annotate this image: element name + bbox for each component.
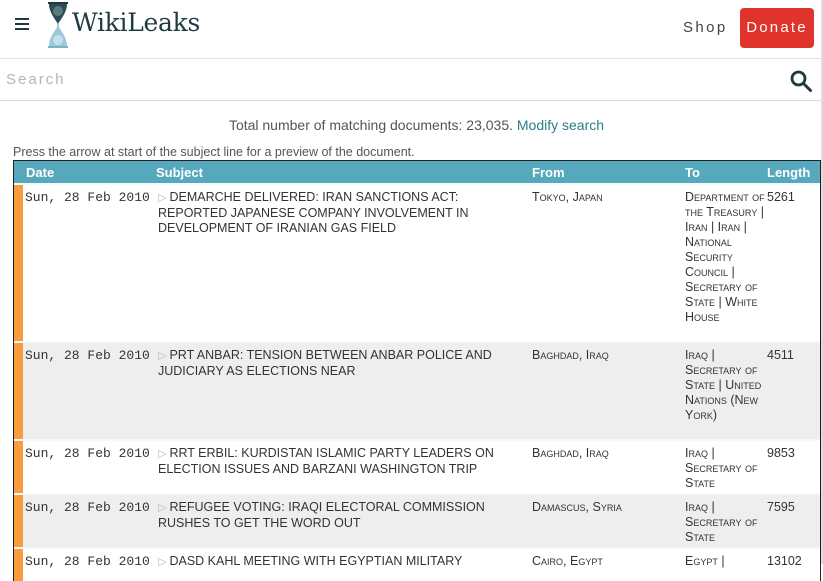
preview-arrow-icon[interactable]: ▷ — [158, 502, 166, 514]
row-accent-bar — [14, 184, 23, 342]
row-length: 4511 — [767, 342, 820, 440]
row-length: 5261 — [767, 184, 820, 342]
table-row: Sun, 28 Feb 2010 ▷ RRT ERBIL: KURDISTAN I… — [14, 440, 820, 494]
row-date: Sun, 28 Feb 2010 — [23, 548, 156, 581]
row-subject-link[interactable]: DASD KAHL MEETING WITH EGYPTIAN MILITARY — [169, 554, 462, 568]
row-date: Sun, 28 Feb 2010 — [23, 440, 156, 494]
row-from: Damascus, Syria — [532, 494, 685, 548]
row-from: Cairo, Egypt — [532, 548, 685, 581]
results-summary: Total number of matching documents: 23,0… — [0, 117, 823, 133]
row-date: Sun, 28 Feb 2010 — [23, 184, 156, 342]
row-accent-bar — [14, 342, 23, 440]
column-header-subject[interactable]: Subject — [156, 161, 532, 184]
search-bar — [0, 59, 821, 101]
row-from: Baghdad, Iraq — [532, 440, 685, 494]
hamburger-menu-icon[interactable] — [15, 18, 29, 30]
modify-search-link[interactable]: Modify search — [517, 117, 604, 133]
preview-arrow-icon[interactable]: ▷ — [158, 448, 166, 460]
row-length: 9853 — [767, 440, 820, 494]
wikileaks-logo-icon[interactable] — [46, 2, 70, 48]
donate-button[interactable]: Donate — [740, 8, 814, 48]
column-header-from[interactable]: From — [532, 161, 685, 184]
row-subject-link[interactable]: RRT ERBIL: KURDISTAN ISLAMIC PARTY LEADE… — [158, 446, 494, 476]
table-row: Sun, 28 Feb 2010 ▷ REFUGEE VOTING: IRAQI … — [14, 494, 820, 548]
row-to: Egypt | — [685, 548, 767, 581]
row-subject-link[interactable]: PRT ANBAR: TENSION BETWEEN ANBAR POLICE … — [158, 348, 492, 378]
row-accent-bar — [14, 548, 23, 581]
search-input[interactable] — [0, 59, 792, 100]
table-row: Sun, 28 Feb 2010 ▷ PRT ANBAR: TENSION BET… — [14, 342, 820, 440]
row-to: Department of the Treasury | Iran | Iran… — [685, 184, 767, 342]
preview-hint: Press the arrow at start of the subject … — [13, 145, 415, 159]
results-table: Date Subject From To Length Sun, 28 Feb … — [13, 160, 821, 581]
row-to: Iraq | Secretary of State | United Natio… — [685, 342, 767, 440]
site-brand-title[interactable]: WikiLeaks — [72, 8, 200, 37]
shop-link[interactable]: Shop — [683, 19, 728, 36]
preview-arrow-icon[interactable]: ▷ — [158, 350, 166, 362]
column-header-date[interactable]: Date — [14, 161, 156, 184]
row-to: Iraq | Secretary of State — [685, 494, 767, 548]
table-row: Sun, 28 Feb 2010 ▷ DASD KAHL MEETING WITH… — [14, 548, 820, 581]
row-accent-bar — [14, 494, 23, 548]
row-length: 7595 — [767, 494, 820, 548]
row-length: 13102 — [767, 548, 820, 581]
row-accent-bar — [14, 440, 23, 494]
column-header-to[interactable]: To — [685, 161, 767, 184]
table-row: Sun, 28 Feb 2010 ▷ DEMARCHE DELIVERED: IR… — [14, 184, 820, 342]
row-subject-link[interactable]: DEMARCHE DELIVERED: IRAN SANCTIONS ACT: … — [158, 190, 469, 235]
column-header-length[interactable]: Length — [767, 161, 820, 184]
site-header: WikiLeaks Shop Donate — [0, 0, 821, 59]
preview-arrow-icon[interactable]: ▷ — [158, 556, 166, 568]
row-date: Sun, 28 Feb 2010 — [23, 494, 156, 548]
total-count-text: Total number of matching documents: 23,0… — [228, 117, 513, 133]
search-icon[interactable] — [789, 69, 813, 93]
row-subject-link[interactable]: REFUGEE VOTING: IRAQI ELECTORAL COMMISSI… — [158, 500, 485, 530]
row-to: Iraq | Secretary of State — [685, 440, 767, 494]
row-from: Baghdad, Iraq — [532, 342, 685, 440]
preview-arrow-icon[interactable]: ▷ — [158, 192, 166, 204]
table-header-row: Date Subject From To Length — [14, 161, 820, 184]
row-from: Tokyo, Japan — [532, 184, 685, 342]
row-date: Sun, 28 Feb 2010 — [23, 342, 156, 440]
